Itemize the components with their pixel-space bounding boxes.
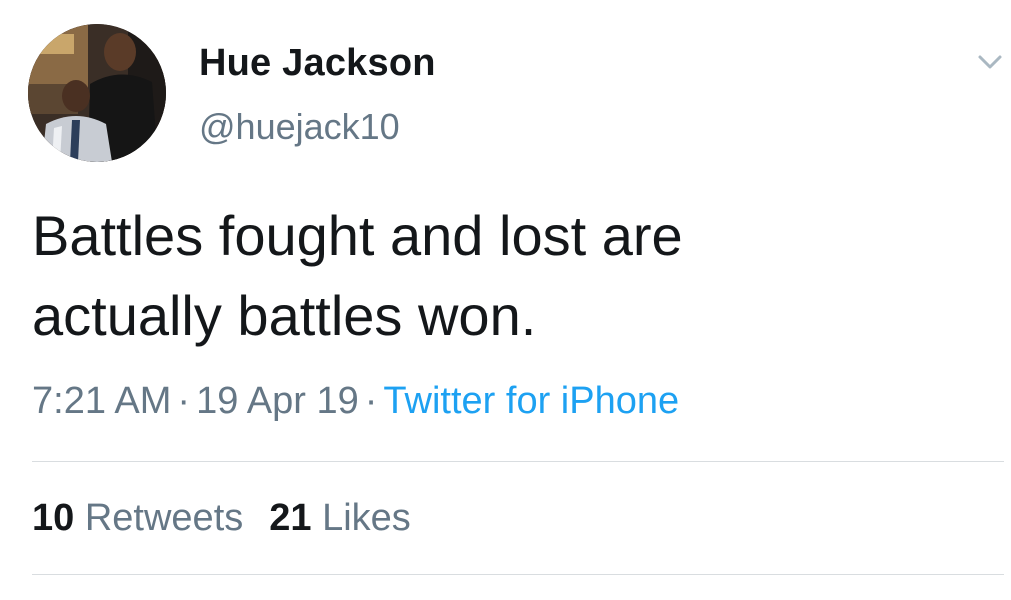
tweet-stats: 10 Retweets 21 Likes xyxy=(32,497,437,540)
tweet-source-link[interactable]: Twitter for iPhone xyxy=(383,380,679,422)
likes-count: 21 xyxy=(269,497,312,539)
meta-separator: · xyxy=(177,380,191,422)
avatar[interactable] xyxy=(28,24,166,162)
divider xyxy=(32,461,1004,462)
likes-label: Likes xyxy=(322,497,411,539)
tweet-meta: 7:21 AM · 19 Apr 19 · Twitter for iPhone xyxy=(32,380,679,423)
avatar-photo xyxy=(28,24,166,162)
tweet-text: Battles fought and lost are actually bat… xyxy=(32,196,982,356)
likes-stat[interactable]: 21 Likes xyxy=(269,497,411,539)
chevron-down-icon[interactable] xyxy=(974,50,1006,74)
author-display-name[interactable]: Hue Jackson xyxy=(199,42,436,85)
retweets-stat[interactable]: 10 Retweets xyxy=(32,497,243,539)
author-handle[interactable]: @huejack10 xyxy=(199,106,400,148)
tweet-text-line: actually battles won. xyxy=(32,284,537,347)
retweets-label: Retweets xyxy=(84,497,244,539)
retweets-count: 10 xyxy=(32,497,75,539)
tweet-card: Hue Jackson @huejack10 Battles fought an… xyxy=(0,0,1011,600)
divider xyxy=(32,574,1004,575)
meta-separator: · xyxy=(364,380,378,422)
tweet-text-line: Battles fought and lost are xyxy=(32,204,683,267)
tweet-time[interactable]: 7:21 AM xyxy=(32,380,171,422)
tweet-date[interactable]: 19 Apr 19 xyxy=(196,380,359,422)
